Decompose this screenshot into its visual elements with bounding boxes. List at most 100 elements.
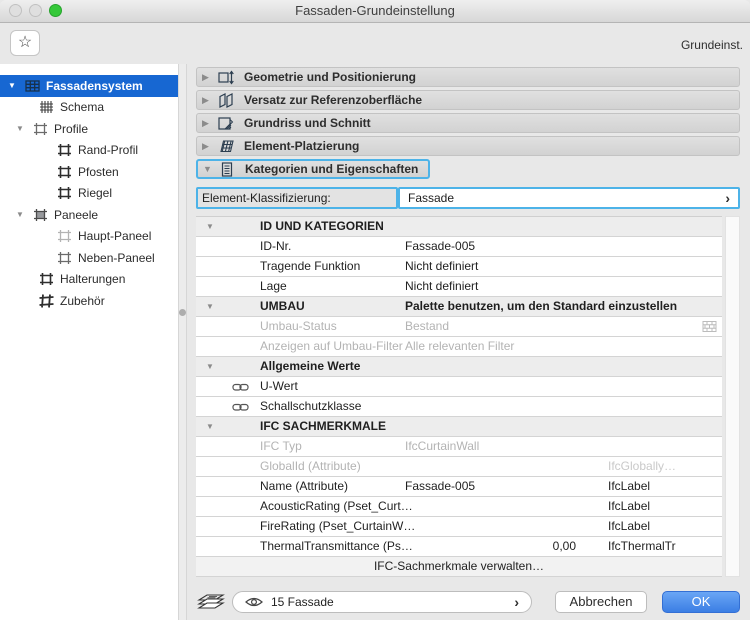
property-label: Schallschutzklasse (260, 397, 361, 416)
property-value: Bestand (405, 317, 449, 336)
property-label: ID UND KATEGORIEN (260, 217, 384, 236)
property-label: ID-Nr. (260, 237, 291, 256)
sidebar-item-pfosten[interactable]: Pfosten (0, 161, 178, 183)
window-controls (9, 4, 62, 17)
table-row-umbau-status[interactable]: Umbau-Status Bestand (196, 317, 722, 337)
favorites-button[interactable]: ☆ (10, 30, 40, 56)
manage-ifc-properties-button[interactable]: IFC-Sachmerkmale verwalten… (196, 557, 722, 577)
triangle-down-icon: ▼ (203, 164, 218, 174)
table-row-firerating-pset-curtainw[interactable]: FireRating (Pset_CurtainW… IfcLabel (196, 517, 722, 537)
property-value: Fassade-005 (405, 477, 475, 496)
selected-elements-count: 15 Fassade (271, 595, 514, 609)
triangle-down-icon[interactable]: ▼ (206, 357, 214, 376)
geometry-position-icon (217, 69, 235, 86)
table-row-tragende-funktion[interactable]: Tragende Funktion Nicht definiert (196, 257, 722, 277)
sidebar-item-rand-profil[interactable]: Rand-Profil (0, 140, 178, 162)
property-label: AcousticRating (Pset_Curt… (260, 497, 413, 516)
property-label: ThermalTransmittance (Ps… (260, 537, 413, 556)
triangle-right-icon: ▶ (202, 118, 217, 129)
sidebar-item-label: Halterungen (60, 272, 125, 286)
sidebar-item-haupt-paneel[interactable]: Haupt-Paneel (0, 226, 178, 248)
table-section-id-und-kategorien[interactable]: ▼ ID UND KATEGORIEN (196, 217, 722, 237)
accordion-section-label: Kategorien und Eigenschaften (245, 162, 418, 176)
property-label: IFC SACHMERKMALE (260, 417, 386, 436)
triangle-down-icon[interactable]: ▼ (206, 297, 214, 316)
table-row-ifc-typ[interactable]: IFC Typ IfcCurtainWall (196, 437, 722, 457)
accordion-section-element-platzierung[interactable]: ▶Element-Platzierung (196, 136, 740, 156)
splitter-handle-icon[interactable] (179, 309, 186, 316)
sidebar-item-riegel[interactable]: Riegel (0, 183, 178, 205)
ifc-type-label: IfcGlobally… (608, 457, 676, 476)
triangle-down-icon[interactable]: ▼ (16, 210, 32, 219)
minimize-window-icon[interactable] (29, 4, 42, 17)
property-label: GlobalId (Attribute) (260, 457, 361, 476)
property-value-numeric: 0,00 (476, 537, 576, 556)
table-row-globalid-attribute[interactable]: GlobalId (Attribute) IfcGlobally… (196, 457, 722, 477)
property-value: Nicht definiert (405, 277, 478, 296)
frame-mid-icon (32, 121, 49, 137)
sidebar-item-paneele[interactable]: ▼ Paneele (0, 204, 178, 226)
sidebar-item-profile[interactable]: ▼ Profile (0, 118, 178, 140)
triangle-down-icon[interactable]: ▼ (16, 124, 32, 133)
sidebar-item-label: Paneele (54, 208, 98, 222)
hash-bold-icon (38, 293, 55, 309)
table-row-acousticrating-pset-curt[interactable]: AcousticRating (Pset_Curt… IfcLabel (196, 497, 722, 517)
table-section-umbau[interactable]: ▼ UMBAU Palette benutzen, um den Standard … (196, 297, 722, 317)
sidebar-item-halterungen[interactable]: Halterungen (0, 269, 178, 291)
frame-light-icon (56, 228, 73, 244)
table-row-lage[interactable]: LageNicht definiert (196, 277, 722, 297)
sidebar-item-fassadensystem[interactable]: ▼Fassadensystem (0, 75, 178, 97)
property-value: Nicht definiert (405, 257, 478, 276)
frame-mid-icon (56, 250, 73, 266)
frame-dark-icon (38, 271, 55, 287)
element-classification-dropdown[interactable]: Fassade › (398, 187, 740, 209)
chevron-right-icon: › (725, 191, 730, 205)
sidebar-item-neben-paneel[interactable]: Neben-Paneel (0, 247, 178, 269)
table-scrollbar[interactable] (725, 216, 740, 577)
property-label: Umbau-Status (260, 317, 337, 336)
main-panel: ▶Geometrie und Positionierung▶Versatz zu… (196, 67, 740, 577)
accordion-section-versatz-zur-referenzoberfl-che[interactable]: ▶Versatz zur Referenzoberfläche (196, 90, 740, 110)
property-label: FireRating (Pset_CurtainW… (260, 517, 415, 536)
property-label: UMBAU (260, 297, 305, 316)
accordion-section-kategorien-und-eigenschaften[interactable]: ▼ Kategorien und Eigenschaften (196, 159, 430, 179)
property-label: Tragende Funktion (260, 257, 360, 276)
close-window-icon[interactable] (9, 4, 22, 17)
ifc-type-label: IfcLabel (608, 517, 650, 536)
chevron-right-icon: › (514, 595, 519, 609)
table-row-id-nr[interactable]: ID-Nr.Fassade-005 (196, 237, 722, 257)
property-value: Palette benutzen, um den Standard einzus… (405, 297, 677, 316)
ifc-type-label: IfcLabel (608, 477, 650, 496)
property-value: IfcCurtainWall (405, 437, 479, 456)
sidebar-splitter[interactable] (178, 64, 187, 620)
triangle-down-icon[interactable]: ▼ (206, 217, 214, 236)
table-row-u-wert[interactable]: U-Wert (196, 377, 722, 397)
ok-button[interactable]: OK (662, 591, 740, 613)
table-section-allgemeine-werte[interactable]: ▼Allgemeine Werte (196, 357, 722, 377)
ifc-type-label: IfcLabel (608, 497, 650, 516)
accordion-section-label: Geometrie und Positionierung (244, 70, 416, 84)
accordion-section-grundriss-und-schnitt[interactable]: ▶ Grundriss und Schnitt (196, 113, 740, 133)
sidebar-item-label: Pfosten (78, 165, 119, 179)
accordion-section-label: Grundriss und Schnitt (244, 116, 371, 130)
layer-settings-button[interactable] (196, 591, 226, 613)
table-row-schallschutzklasse[interactable]: Schallschutzklasse (196, 397, 722, 417)
triangle-down-icon[interactable]: ▼ (8, 81, 24, 90)
sidebar-item-schema[interactable]: Schema (0, 97, 178, 119)
table-section-ifc-sachmerkmale[interactable]: ▼ IFC SACHMERKMALE (196, 417, 722, 437)
table-row-anzeigen-auf-umbau-filter[interactable]: Anzeigen auf Umbau-FilterAlle relevanten… (196, 337, 722, 357)
sidebar-item-label: Haupt-Paneel (78, 229, 151, 243)
table-row-name-attribute[interactable]: Name (Attribute)Fassade-005IfcLabel (196, 477, 722, 497)
cancel-button[interactable]: Abbrechen (555, 591, 647, 613)
sidebar-item-label: Riegel (78, 186, 112, 200)
selected-elements-dropdown[interactable]: 15 Fassade › (232, 591, 532, 613)
table-row-thermaltransmittance-ps[interactable]: ThermalTransmittance (Ps…0,00IfcThermalT… (196, 537, 722, 557)
sidebar-item-zubeh-r[interactable]: Zubehör (0, 290, 178, 312)
categories-properties-icon (218, 161, 236, 178)
triangle-down-icon[interactable]: ▼ (206, 417, 214, 436)
accordion-section-geometrie-und-positionierung[interactable]: ▶Geometrie und Positionierung (196, 67, 740, 87)
property-label: IFC Typ (260, 437, 302, 456)
star-icon: ☆ (18, 34, 32, 51)
sidebar-item-label: Profile (54, 122, 88, 136)
zoom-window-icon[interactable] (49, 4, 62, 17)
